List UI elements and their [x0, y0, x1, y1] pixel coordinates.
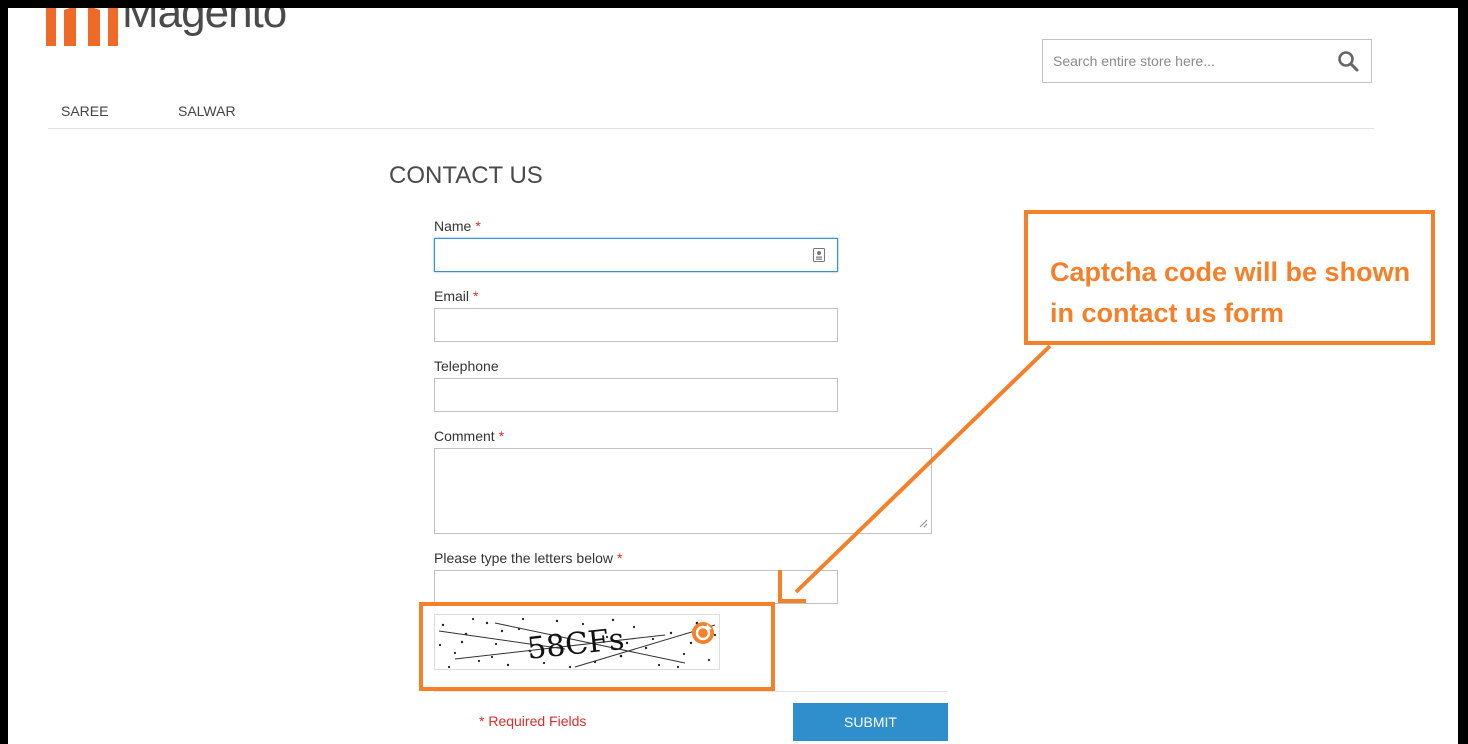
required-asterisk: * [475, 218, 481, 234]
email-label-text: Email [434, 288, 470, 304]
captcha-noise-graphic: 58CFs [438, 617, 717, 669]
page-title: CONTACT US [389, 162, 543, 189]
annotation-callout: Captcha code will be shown in contact us… [1024, 210, 1435, 345]
logo-text: Magento [122, 8, 287, 37]
captcha-label: Please type the letters below * [434, 550, 622, 566]
captcha-label-text: Please type the letters below [434, 550, 613, 566]
telephone-field[interactable] [434, 378, 838, 412]
magento-logo[interactable] [46, 8, 118, 46]
search-box [1042, 39, 1372, 83]
nav-divider [48, 128, 1374, 129]
captcha-image: 58CFs [434, 614, 720, 670]
required-asterisk: * [617, 550, 623, 566]
comment-label-text: Comment [434, 428, 495, 444]
captcha-code: 58CFs [525, 622, 625, 667]
annotation-callout-text: Captcha code will be shown in contact us… [1050, 257, 1411, 328]
contact-card-icon[interactable] [813, 248, 825, 262]
required-asterisk: * [473, 288, 479, 304]
nav-item-salwar[interactable]: SALWAR [178, 103, 236, 119]
comment-field[interactable] [434, 448, 932, 534]
telephone-label: Telephone [434, 358, 499, 374]
reload-captcha-icon[interactable] [690, 620, 716, 646]
search-icon[interactable] [1337, 50, 1359, 72]
submit-button[interactable]: SUBMIT [793, 703, 948, 741]
captcha-field[interactable] [434, 570, 838, 604]
search-input[interactable] [1043, 40, 1323, 82]
nav-item-saree[interactable]: SAREE [61, 103, 108, 119]
email-field[interactable] [434, 308, 838, 342]
required-fields-note: * Required Fields [479, 713, 587, 729]
required-asterisk: * [498, 428, 505, 444]
browser-viewport: Magento SAREE SALWAR CONTACT US Name* Em… [8, 8, 1458, 744]
resize-grip-icon[interactable] [919, 519, 928, 528]
name-label: Name * [434, 218, 481, 234]
magento-logo-icon [46, 8, 118, 46]
name-label-text: Name [434, 218, 472, 234]
email-label: Email * [434, 288, 478, 304]
comment-label: Comment * [434, 428, 504, 444]
actions-divider [434, 691, 948, 692]
name-field[interactable] [434, 238, 838, 272]
